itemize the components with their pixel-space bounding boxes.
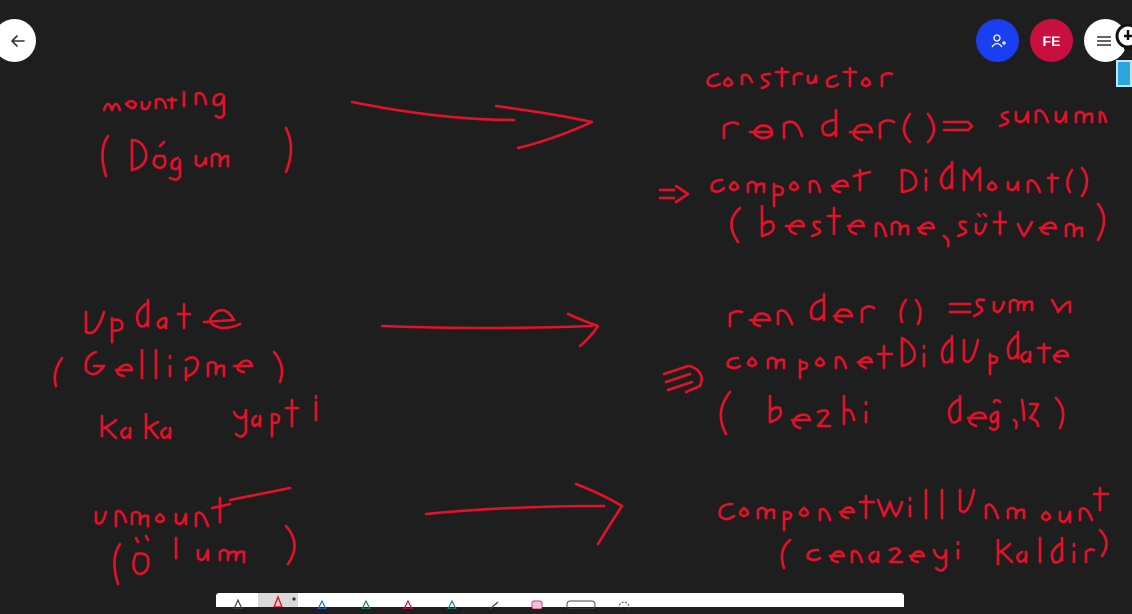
ink-arrow-update (380, 312, 600, 348)
ink-lifecycle-update (662, 292, 1072, 436)
pen-green-icon (361, 599, 371, 610)
select-tool[interactable] (232, 596, 248, 610)
ink-lifecycle-unmount (718, 486, 1110, 572)
side-panel-toggle[interactable] (1116, 60, 1132, 87)
pen-teal-tool[interactable] (446, 596, 462, 610)
lasso-tool[interactable] (616, 596, 632, 613)
whiteboard-canvas[interactable] (0, 0, 1132, 607)
eraser-tool[interactable] (566, 596, 596, 610)
pen-teal-icon (447, 599, 457, 610)
ruler-tool[interactable] (488, 596, 504, 610)
pen-red-icon (272, 595, 296, 608)
add-person-icon (990, 33, 1006, 47)
pen-blue-icon (317, 599, 327, 610)
ink-update-label (53, 298, 318, 440)
pen-tool[interactable] (258, 593, 298, 608)
lasso-icon (618, 601, 630, 613)
pen-blue-tool[interactable] (316, 596, 332, 610)
lightbulb-icon[interactable] (1114, 22, 1132, 54)
drawing-toolbar (216, 593, 904, 613)
ruler-icon (489, 601, 499, 610)
cursor-icon (233, 598, 243, 610)
ink-lifecycle-mount (658, 66, 1108, 248)
user-avatar[interactable]: FE (1030, 19, 1073, 62)
pen-red-icon (403, 599, 413, 610)
highlighter-icon (531, 600, 543, 610)
ink-arrow-mounting (350, 100, 594, 150)
ink-mounting-label (101, 90, 293, 181)
ink-arrow-unmount (424, 482, 624, 546)
invite-button[interactable] (976, 19, 1019, 62)
eraser-icon (566, 600, 596, 610)
pen-red-tool[interactable] (402, 596, 418, 610)
avatar-initials: FE (1042, 32, 1061, 49)
ink-unmount-label (94, 486, 296, 586)
highlighter-tool[interactable] (530, 596, 546, 610)
arrow-left-icon (10, 34, 25, 47)
pen-green-tool[interactable] (360, 596, 376, 610)
hamburger-menu-icon (1096, 35, 1111, 46)
